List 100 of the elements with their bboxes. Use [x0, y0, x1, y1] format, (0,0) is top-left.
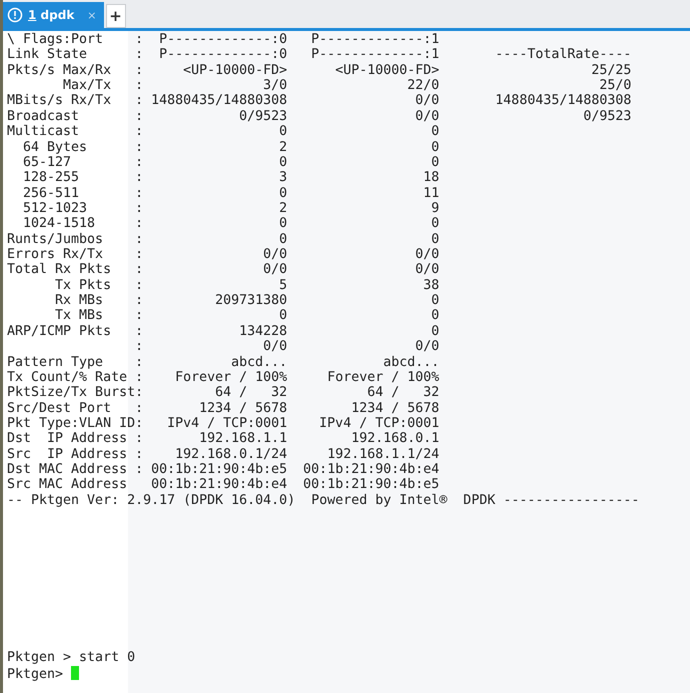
- port-value: 0: [279, 154, 288, 170]
- version-line: -- Pktgen Ver: 2.9.17 (DPDK 16.04.0) Powered by Intel® DPDK -----------------: [7, 492, 640, 508]
- colon: :: [135, 140, 144, 155]
- port-value: 0: [279, 186, 288, 201]
- colon: :: [135, 170, 144, 186]
- stat-label: 128-255: [22, 170, 80, 186]
- port-value: <UP-10000-FD>: [183, 62, 288, 78]
- stat-label: 1024-1518: [22, 216, 96, 232]
- port-value: 14880435/14880308: [151, 93, 288, 108]
- port-value: 3/0: [263, 78, 288, 94]
- close-icon[interactable]: ×: [87, 8, 97, 22]
- port-value: abcd...: [383, 354, 440, 370]
- port-value: 00:1b:21:90:4b:e5: [303, 477, 440, 492]
- port-value: P-------------:1: [311, 32, 440, 47]
- port-value: 1234 / 5678: [199, 400, 288, 416]
- total-rate-value: 25/25: [591, 62, 632, 78]
- colon: :: [135, 216, 144, 232]
- stat-label: Pkt Type:VLAN ID: [7, 416, 136, 431]
- port-value: 0/0: [415, 339, 440, 354]
- stat-label: Rx MBs: [54, 293, 104, 308]
- stat-label: Tx Count/% Rate: [7, 370, 128, 385]
- port-value: 0/0: [415, 262, 440, 278]
- colon: :: [135, 200, 144, 216]
- port-value: 0/9523: [239, 108, 288, 124]
- colon: :: [135, 32, 144, 47]
- port-value: 22/0: [407, 78, 440, 94]
- port-value: 192.168.0.1: [351, 431, 440, 446]
- colon: :: [135, 62, 144, 78]
- stat-label: Dst IP Address: [7, 431, 128, 446]
- colon: :: [135, 93, 144, 108]
- port-value: 00:1b:21:90:4b:e4: [151, 477, 288, 492]
- info-icon: [7, 7, 23, 23]
- port-value: 0: [431, 308, 440, 324]
- stat-label: Src/Dest Port: [7, 400, 112, 416]
- port-value: 192.168.1.1/24: [327, 446, 440, 462]
- port-value: 00:1b:21:90:4b:e5: [151, 462, 288, 478]
- port-value: Forever / 100%: [327, 370, 440, 385]
- colon: :: [135, 232, 144, 247]
- stat-label: MBits/s Rx/Tx: [7, 93, 112, 108]
- terminal-tab[interactable]: 1 dpdk ×: [3, 2, 104, 28]
- port-value: 0: [431, 293, 440, 308]
- port-value: 2: [279, 200, 288, 216]
- port-value: 0: [279, 216, 288, 232]
- stat-label: Pattern Type: [7, 354, 104, 370]
- colon: :: [135, 416, 144, 431]
- colon: :: [135, 186, 144, 201]
- port-value: 64 / 32: [367, 385, 440, 400]
- text-cursor: [71, 666, 80, 680]
- port-value: IPv4 / TCP:0001: [167, 416, 288, 431]
- port-value: 0/0: [415, 93, 440, 108]
- command-line: Pktgen > start 0: [7, 650, 136, 666]
- stat-label: Pkts/s Max/Rx: [7, 62, 112, 78]
- total-rate-value: 14880435/14880308: [495, 93, 632, 108]
- stat-label: Max/Tx: [62, 78, 112, 94]
- port-value: 209731380: [215, 293, 288, 308]
- port-value: 0: [279, 124, 288, 140]
- colon: :: [135, 462, 144, 478]
- port-value: P-------------:0: [159, 47, 288, 62]
- colon: :: [135, 262, 144, 278]
- total-rate-value: 0/9523: [583, 108, 632, 124]
- port-value: 64 / 32: [215, 385, 288, 400]
- colon: :: [135, 278, 144, 293]
- stat-label: 256-511: [22, 186, 80, 201]
- port-value: 0: [431, 216, 440, 232]
- port-value: P-------------:0: [159, 32, 288, 47]
- port-value: 18: [423, 170, 440, 186]
- port-value: 2: [279, 140, 288, 155]
- port-value: 3: [279, 170, 288, 186]
- port-value: 0: [431, 324, 440, 339]
- prompt: Pktgen>: [7, 666, 64, 682]
- port-value: 0: [279, 232, 288, 247]
- port-value: 0: [431, 154, 440, 170]
- colon: :: [135, 78, 144, 94]
- stat-label: \ Flags:Port: [7, 32, 104, 47]
- stat-label: 64 Bytes: [22, 140, 88, 155]
- stat-label: Src IP Address: [7, 446, 128, 462]
- stat-label: Tx MBs: [54, 308, 104, 324]
- port-value: 0: [431, 124, 440, 140]
- colon: :: [135, 446, 144, 462]
- port-value: 5: [279, 278, 288, 293]
- stat-label: Total Rx Pkts: [7, 262, 112, 278]
- port-value: 0/0: [263, 339, 288, 354]
- colon: :: [135, 400, 144, 416]
- port-value: 0/0: [415, 108, 440, 124]
- colon: :: [135, 108, 144, 124]
- new-tab-button[interactable]: +: [106, 4, 126, 28]
- colon: :: [135, 339, 144, 354]
- colon: :: [135, 324, 144, 339]
- port-value: 9: [431, 200, 440, 216]
- port-value: IPv4 / TCP:0001: [319, 416, 440, 431]
- port-value: 0: [279, 308, 288, 324]
- colon: :: [135, 308, 144, 324]
- port-value: 0: [431, 232, 440, 247]
- port-value: 192.168.0.1/24: [175, 446, 288, 462]
- port-value: 00:1b:21:90:4b:e4: [303, 462, 440, 478]
- stat-label: 65-127: [22, 154, 72, 170]
- colon: :: [135, 124, 144, 140]
- colon: :: [135, 154, 144, 170]
- port-value: 0/0: [263, 247, 288, 262]
- stat-label: Src MAC Address: [7, 477, 128, 492]
